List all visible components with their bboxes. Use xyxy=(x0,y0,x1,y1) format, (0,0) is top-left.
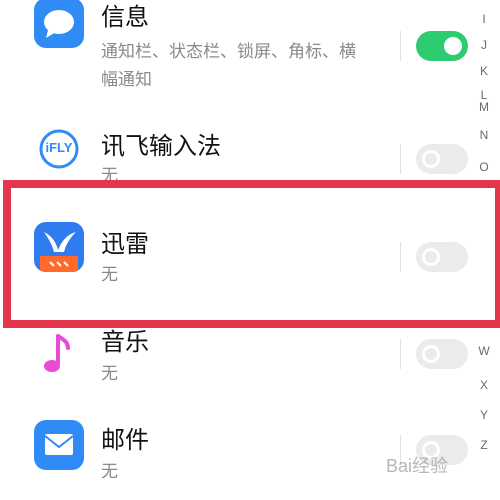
app-row-ifly[interactable]: iFLY 讯飞输入法 无 xyxy=(0,118,470,185)
app-subtitle: 无 xyxy=(101,364,118,384)
index-letter[interactable]: W xyxy=(470,344,498,358)
app-row-music[interactable]: 音乐 无 xyxy=(0,318,470,398)
message-bubble-icon xyxy=(34,0,84,48)
index-letter[interactable]: K xyxy=(470,64,498,78)
index-letter[interactable]: J xyxy=(470,38,498,52)
toggle-knob xyxy=(422,248,440,266)
envelope-icon xyxy=(34,420,84,470)
app-row-messages[interactable]: 信息 通知栏、状态栏、锁屏、角标、横 幅通知 xyxy=(0,0,470,110)
app-name: 信息 xyxy=(101,3,149,31)
app-subtitle: 无 xyxy=(101,166,118,186)
music-note-icon xyxy=(34,330,84,380)
app-notification-types: 通知栏、状态栏、锁屏、角标、横 xyxy=(101,42,356,62)
toggle-knob xyxy=(444,37,462,55)
app-subtitle: 无 xyxy=(101,462,118,482)
index-letter[interactable]: N xyxy=(470,128,498,142)
app-name: 邮件 xyxy=(101,426,149,454)
alphabet-index[interactable]: I J K L M N O W X Y Z xyxy=(470,0,500,500)
divider xyxy=(400,242,401,272)
index-letter[interactable]: I xyxy=(470,12,498,26)
app-name: 讯飞输入法 xyxy=(101,132,221,160)
divider xyxy=(400,31,401,61)
notification-toggle[interactable] xyxy=(416,242,468,272)
app-row-xunlei[interactable]: 迅雷 无 xyxy=(0,190,470,302)
ifly-logo-text: iFLY xyxy=(45,140,73,155)
ifly-logo-icon: iFLY xyxy=(34,124,84,174)
notification-toggle[interactable] xyxy=(416,339,468,369)
app-name: 音乐 xyxy=(101,328,149,356)
divider xyxy=(400,339,401,369)
index-letter[interactable]: X xyxy=(470,378,498,392)
xunlei-bird-icon xyxy=(34,222,84,272)
watermark: Bai经验 xyxy=(386,456,449,476)
app-notification-types-cont: 幅通知 xyxy=(101,70,152,90)
index-letter[interactable]: Y xyxy=(470,408,498,422)
index-letter[interactable]: M xyxy=(470,100,498,114)
app-subtitle: 无 xyxy=(101,265,118,285)
app-name: 迅雷 xyxy=(101,230,149,258)
toggle-knob xyxy=(422,150,440,168)
notification-toggle[interactable] xyxy=(416,31,468,61)
divider xyxy=(400,144,401,174)
notification-toggle[interactable] xyxy=(416,144,468,174)
toggle-knob xyxy=(422,345,440,363)
index-letter[interactable]: Z xyxy=(470,438,498,452)
index-letter[interactable]: O xyxy=(470,160,498,174)
